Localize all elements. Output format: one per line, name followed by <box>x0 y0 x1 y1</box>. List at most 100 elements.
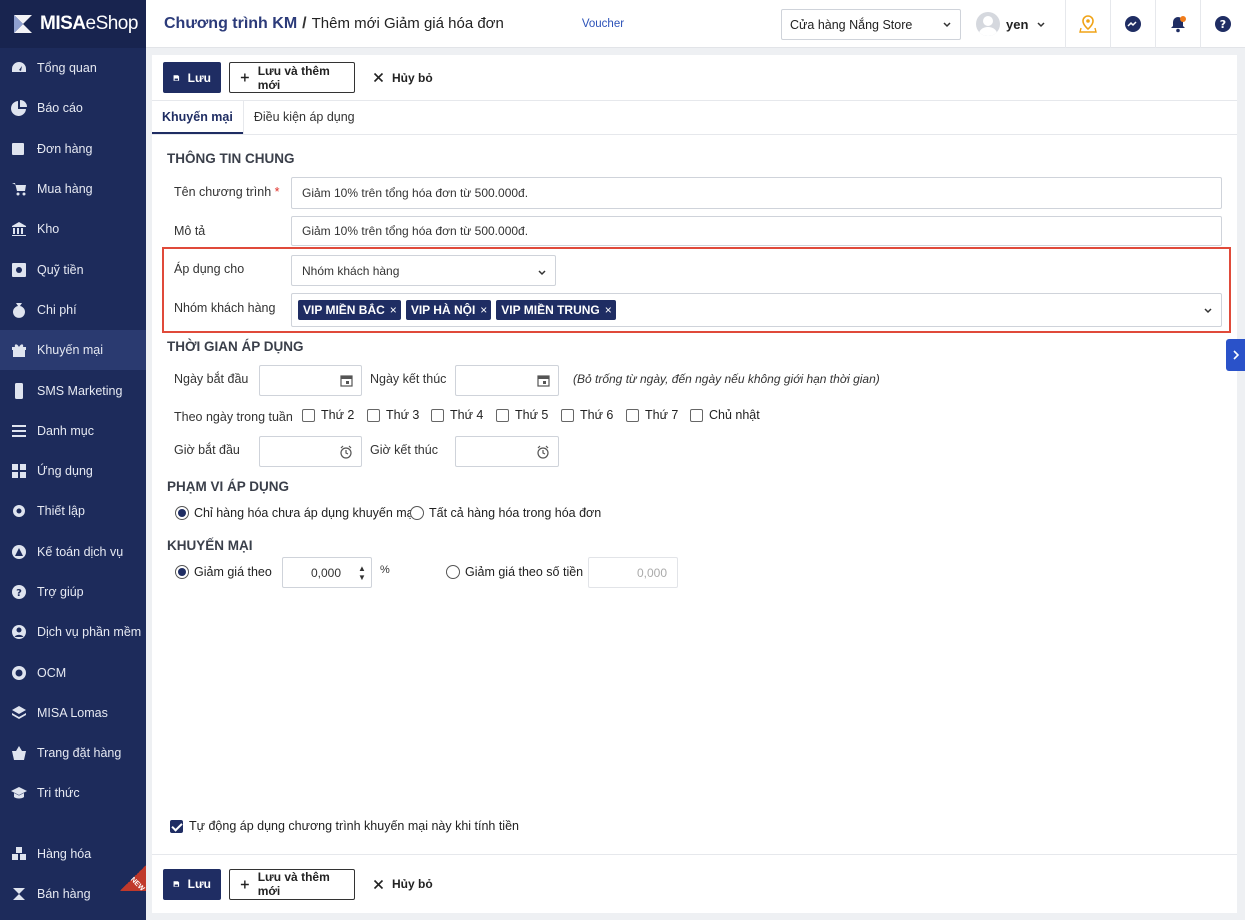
weekday-fri-checkbox[interactable]: Thứ 6 <box>561 408 613 422</box>
sidebar-item-sms-marketing[interactable]: SMS Marketing <box>0 370 146 410</box>
sidebar-item-ke-toan-dich-vu[interactable]: Kế toán dịch vụ <box>0 532 146 572</box>
chip-remove-icon[interactable]: × <box>390 303 397 317</box>
chevron-down-icon <box>1037 22 1045 28</box>
help-button[interactable]: ? <box>1200 0 1245 48</box>
chevron-down-icon <box>943 22 951 28</box>
end-time-input[interactable] <box>455 436 559 467</box>
sidebar-item-trang-dat-hang[interactable]: Trang đặt hàng <box>0 733 146 773</box>
date-hint: (Bỏ trống từ ngày, đến ngày nếu không gi… <box>573 372 880 386</box>
chip-remove-icon[interactable]: × <box>605 303 612 317</box>
checkbox-box <box>431 408 444 422</box>
top-header: Chương trình KM / Thêm mới Giảm giá hóa … <box>146 0 1245 48</box>
sidebar-item-chi-phi[interactable]: Chi phí <box>0 290 146 330</box>
user-menu[interactable]: yen <box>976 12 1046 36</box>
stepper-up-icon[interactable]: ▲ <box>358 564 366 573</box>
stepper[interactable]: ▲ ▼ <box>353 558 371 588</box>
weekday-sun-checkbox[interactable]: Chủ nhật <box>690 408 760 422</box>
store-select[interactable]: Cửa hàng Nắng Store <box>781 9 961 40</box>
app-logo[interactable]: MISAeShop <box>0 0 146 48</box>
sidebar-item-tro-giup[interactable]: ? Trợ giúp <box>0 572 146 612</box>
help-icon: ? <box>1215 16 1231 32</box>
save-button[interactable]: Lưu <box>163 868 221 900</box>
weekday-label: Theo ngày trong tuần <box>174 410 293 424</box>
accounting-icon <box>10 543 28 561</box>
checkbox-box <box>170 819 183 833</box>
bell-icon <box>1171 16 1186 33</box>
program-name-input[interactable]: Giảm 10% trên tổng hóa đơn từ 500.000đ. <box>291 177 1222 209</box>
ocm-icon <box>10 664 28 682</box>
cancel-button[interactable]: Hủy bỏ <box>363 62 443 93</box>
cancel-button[interactable]: Hủy bỏ <box>363 869 443 900</box>
misa-logo-icon <box>10 885 28 903</box>
sidebar-item-mua-hang[interactable]: Mua hàng <box>0 169 146 209</box>
radio-indicator <box>446 565 460 579</box>
discount-amount-radio[interactable]: Giảm giá theo số tiền <box>446 565 583 579</box>
sidebar-item-misa-lomas[interactable]: MISA Lomas <box>0 693 146 733</box>
chip-remove-icon[interactable]: × <box>480 303 487 317</box>
scope-option-unpromoted-radio[interactable]: Chỉ hàng hóa chưa áp dụng khuyến mại <box>175 506 416 520</box>
warehouse-icon <box>10 220 28 238</box>
basket-icon <box>10 744 28 762</box>
end-date-input[interactable] <box>455 365 559 396</box>
sidebar-item-don-hang[interactable]: Đơn hàng <box>0 129 146 169</box>
sidebar: MISAeShop Tổng quan Báo cáo Đơn hàng Mua… <box>0 0 146 920</box>
customer-group-multiselect[interactable]: VIP MIỀN BẮC × VIP HÀ NỘI × VIP MIỀN TRUNG… <box>291 293 1222 327</box>
breadcrumb-root[interactable]: Chương trình KM <box>164 15 297 33</box>
radio-indicator <box>175 565 189 579</box>
stepper-down-icon[interactable]: ▼ <box>358 573 366 582</box>
weekday-mon-checkbox[interactable]: Thứ 2 <box>302 408 354 422</box>
sidebar-item-bao-cao[interactable]: Báo cáo <box>0 88 146 128</box>
sidebar-item-tong-quan[interactable]: Tổng quan <box>0 48 146 88</box>
weekday-wed-checkbox[interactable]: Thứ 4 <box>431 408 483 422</box>
apply-for-select[interactable]: Nhóm khách hàng <box>291 255 556 286</box>
list-icon <box>10 422 28 440</box>
checkbox-box <box>626 408 639 422</box>
sidebar-item-kho[interactable]: Kho <box>0 209 146 249</box>
save-button[interactable]: Lưu <box>163 62 221 93</box>
start-time-input[interactable] <box>259 436 362 467</box>
description-input[interactable]: Giảm 10% trên tổng hóa đơn từ 500.000đ. <box>291 216 1222 246</box>
save-and-add-button[interactable]: Lưu và thêm mới <box>229 62 355 93</box>
discount-percent-input[interactable]: 0,000 ▲ ▼ <box>282 557 372 588</box>
sidebar-item-quy-tien[interactable]: Quỹ tiền <box>0 249 146 289</box>
customer-group-label: Nhóm khách hàng <box>174 301 276 315</box>
section-title-promo: KHUYẾN MẠI <box>167 538 253 553</box>
radio-indicator <box>175 506 189 520</box>
sidebar-item-ocm[interactable]: OCM <box>0 652 146 692</box>
tab-khuyen-mai[interactable]: Khuyến mại <box>152 101 243 134</box>
start-time-label: Giờ bắt đầu <box>174 443 240 457</box>
auto-apply-checkbox[interactable]: Tự động áp dụng chương trình khuyến mại … <box>170 819 519 833</box>
checkbox-box <box>690 408 703 422</box>
location-button[interactable] <box>1065 0 1110 48</box>
discount-amount-input[interactable]: 0,000 <box>588 557 678 588</box>
weekday-tue-checkbox[interactable]: Thứ 3 <box>367 408 419 422</box>
chevron-down-icon <box>1204 308 1212 314</box>
boxes-icon <box>10 845 28 863</box>
save-and-add-button[interactable]: Lưu và thêm mới <box>229 868 355 900</box>
weekday-sat-checkbox[interactable]: Thứ 7 <box>626 408 678 422</box>
notifications-button[interactable] <box>1155 0 1200 48</box>
sidebar-item-khuyen-mai[interactable]: Khuyến mại <box>0 330 146 371</box>
sidebar-item-tri-thuc[interactable]: Tri thức <box>0 773 146 813</box>
help-icon: ? <box>10 583 28 601</box>
calendar-icon <box>340 375 353 387</box>
scope-option-all-radio[interactable]: Tất cả hàng hóa trong hóa đơn <box>410 506 601 520</box>
sidebar-item-dich-vu-phan-mem[interactable]: Dịch vụ phần mềm <box>0 612 146 652</box>
discount-percent-radio[interactable]: Giảm giá theo <box>175 565 272 579</box>
expand-panel-button[interactable] <box>1226 339 1245 371</box>
checkbox-box <box>496 408 509 422</box>
messenger-button[interactable] <box>1110 0 1155 48</box>
program-name-label: Tên chương trình * <box>174 185 280 199</box>
alarm-clock-icon <box>340 445 352 459</box>
sidebar-item-ung-dung[interactable]: Ứng dụng <box>0 451 146 491</box>
customer-group-chip: VIP MIỀN TRUNG × <box>496 300 616 320</box>
voucher-link[interactable]: Voucher <box>582 18 624 30</box>
radio-indicator <box>410 506 424 520</box>
apps-icon <box>10 462 28 480</box>
tab-dieu-kien-ap-dung[interactable]: Điều kiện áp dụng <box>242 101 365 134</box>
sidebar-item-danh-muc[interactable]: Danh mục <box>0 411 146 451</box>
breadcrumb-separator: / <box>302 14 307 32</box>
sidebar-item-thiet-lap[interactable]: Thiết lập <box>0 491 146 531</box>
weekday-thu-checkbox[interactable]: Thứ 5 <box>496 408 548 422</box>
start-date-input[interactable] <box>259 365 362 396</box>
